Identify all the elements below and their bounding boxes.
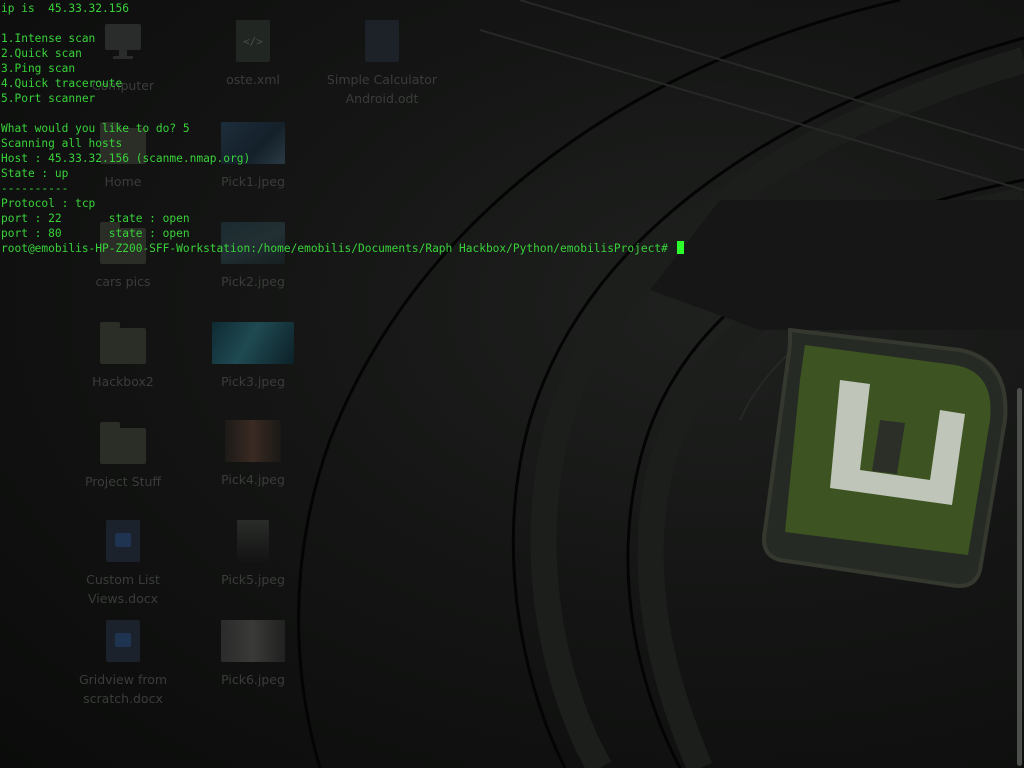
scrollbar[interactable] xyxy=(1017,388,1022,766)
terminal-line: port : 80 state : open xyxy=(1,227,190,240)
desktop: Computer Home cars pics Hackbox2 Project… xyxy=(0,0,1024,768)
terminal-line: 3.Ping scan xyxy=(1,62,76,75)
terminal-line: 2.Quick scan xyxy=(1,47,82,60)
terminal-line: ip is 45.33.32.156 xyxy=(1,2,129,15)
terminal-line: 4.Quick traceroute xyxy=(1,77,123,90)
terminal-line: port : 22 state : open xyxy=(1,212,190,225)
terminal-output[interactable]: ip is 45.33.32.156 1.Intense scan 2.Quick … xyxy=(0,0,1024,768)
terminal-line: Protocol : tcp xyxy=(1,197,96,210)
shell-prompt: root@emobilis-HP-Z200-SFF-Workstation:/h… xyxy=(1,242,675,255)
terminal-line: 1.Intense scan xyxy=(1,32,96,45)
text-cursor xyxy=(676,241,684,254)
terminal-prompt-line[interactable]: root@emobilis-HP-Z200-SFF-Workstation:/h… xyxy=(1,241,1024,256)
terminal-line: Scanning all hosts xyxy=(1,137,123,150)
terminal-line: State : up xyxy=(1,167,69,180)
terminal-line: Host : 45.33.32.156 (scanme.nmap.org) xyxy=(1,152,251,165)
terminal-line: What would you like to do? 5 xyxy=(1,122,190,135)
terminal-line: ---------- xyxy=(1,182,69,195)
terminal-line: 5.Port scanner xyxy=(1,92,96,105)
